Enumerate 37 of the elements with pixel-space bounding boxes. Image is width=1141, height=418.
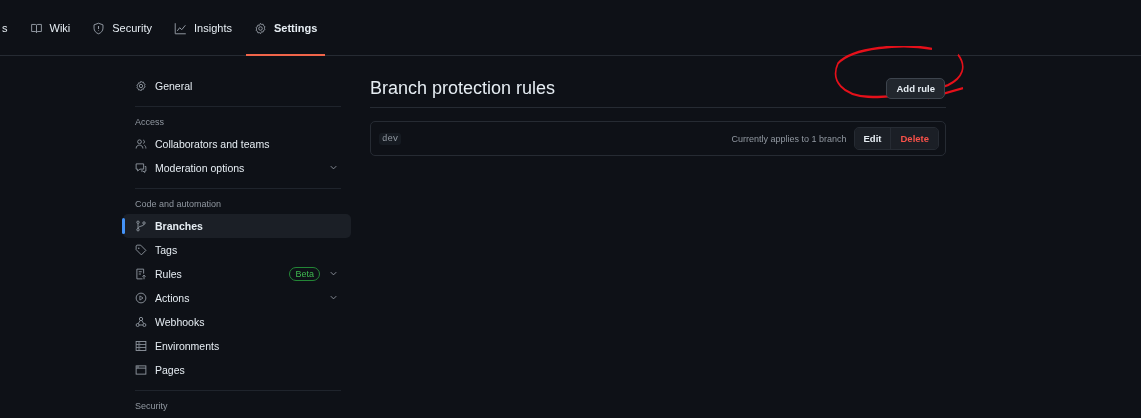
branch-pattern: dev — [379, 132, 402, 145]
applies-text: Currently applies to 1 branch — [731, 133, 847, 144]
settings-icon — [253, 21, 267, 35]
sidebar-item[interactable]: Rules Beta — [123, 262, 351, 286]
repo-tab[interactable]: Settings — [245, 0, 326, 56]
repo-tab[interactable]: Insights — [166, 0, 240, 56]
webhook-icon — [135, 316, 147, 328]
sidebar-item[interactable]: Pages — [123, 358, 351, 382]
graph-icon — [174, 21, 188, 35]
branch-icon — [135, 220, 147, 232]
comment-icon — [135, 162, 147, 174]
repo-tab[interactable]: Security — [84, 0, 161, 56]
rules-icon — [135, 268, 147, 280]
add-rule-button[interactable]: Add rule — [886, 78, 945, 99]
sidebar-item[interactable]: Moderation options — [123, 156, 351, 180]
edit-button[interactable]: Edit — [854, 128, 892, 149]
play-icon — [135, 292, 147, 304]
people-icon — [135, 138, 147, 150]
browser-window-icon — [135, 364, 147, 376]
sidebar-item[interactable]: Tags — [123, 238, 351, 262]
repo-tab[interactable]: Wiki — [21, 0, 79, 56]
tag-icon — [135, 244, 147, 256]
sidebar-section-heading: Code and automation — [134, 198, 223, 211]
sidebar-item[interactable]: Branches — [123, 214, 351, 238]
server-icon — [135, 340, 147, 352]
settings-icon — [135, 80, 147, 92]
sidebar-item[interactable]: Collaborators and teams — [123, 132, 351, 156]
sidebar-item[interactable]: Actions — [123, 286, 351, 310]
sidebar-item[interactable]: General — [123, 74, 351, 98]
sidebar-section-heading: Security — [134, 400, 169, 413]
sidebar-section-heading: Access — [134, 116, 165, 129]
shield-icon — [92, 21, 106, 35]
book-icon — [29, 21, 43, 35]
sidebar-item[interactable]: Environments — [123, 334, 351, 358]
sidebar-item[interactable]: Webhooks — [123, 310, 351, 334]
page-title: Branch protection rules — [370, 78, 556, 99]
repo-tab[interactable]: s — [0, 0, 16, 56]
